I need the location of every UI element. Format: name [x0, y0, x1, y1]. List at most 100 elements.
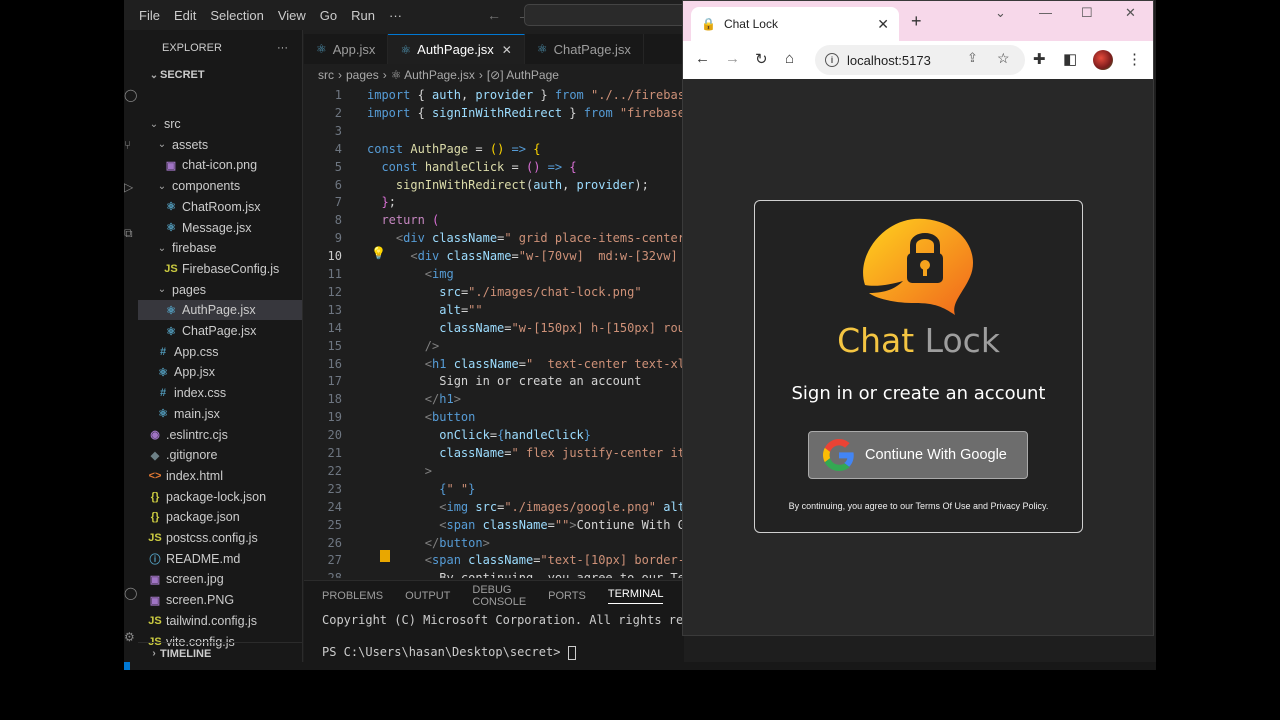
tree-item[interactable]: ⌄ components	[138, 176, 302, 196]
menu-run[interactable]: Run	[344, 8, 382, 23]
file-type-icon: ⚛	[166, 222, 176, 234]
breadcrumb-src[interactable]: src	[318, 68, 334, 82]
tab-ports[interactable]: PORTS	[548, 590, 586, 602]
line-number: 27	[327, 553, 342, 568]
explorer-more-button[interactable]: ···	[277, 42, 288, 54]
share-icon[interactable]: ⇪	[967, 50, 978, 66]
close-tab-icon[interactable]: ✕	[877, 16, 889, 33]
tree-item[interactable]: ⚛ App.jsx	[138, 362, 302, 382]
terminal-prompt[interactable]: PS C:\Users\hasan\Desktop\secret>	[322, 645, 576, 660]
code-token: Sign in or create an account	[367, 374, 642, 389]
breadcrumb-symbol[interactable]: [⊘] AuthPage	[487, 68, 559, 82]
remote-indicator[interactable]	[124, 662, 130, 670]
tab-search-icon[interactable]: ⌄	[995, 5, 1006, 21]
maximize-button[interactable]: ☐	[1081, 5, 1093, 21]
run-debug-icon[interactable]: ▷	[124, 180, 138, 196]
address-bar[interactable]: i localhost:5173	[815, 45, 1025, 75]
forward-arrow-icon[interactable]: →	[725, 50, 740, 67]
menu-more[interactable]: ···	[382, 8, 409, 23]
close-window-button[interactable]: ✕	[1125, 5, 1136, 21]
menu-file[interactable]: File	[124, 8, 167, 23]
home-icon[interactable]: ⌂	[785, 50, 794, 67]
tree-item[interactable]: ⌄ assets	[138, 135, 302, 155]
code-token: ()	[489, 141, 505, 156]
continue-with-google-button[interactable]: Contiune With Google	[808, 431, 1028, 479]
reload-icon[interactable]: ↻	[755, 50, 768, 68]
tree-item[interactable]: ⌄ pages	[138, 280, 302, 300]
tab-debug-console[interactable]: DEBUG CONSOLE	[472, 584, 526, 608]
settings-gear-icon[interactable]: ⚙	[124, 630, 138, 646]
site-info-icon[interactable]: i	[825, 53, 839, 67]
chrome-menu-icon[interactable]: ⋮	[1127, 50, 1142, 68]
tab-output[interactable]: OUTPUT	[405, 590, 450, 602]
code-token: h1	[432, 356, 454, 371]
lightbulb-icon[interactable]: 💡	[371, 246, 386, 260]
close-icon[interactable]: ✕	[502, 43, 512, 57]
tree-item[interactable]: ⌄ src	[138, 114, 302, 134]
extensions-icon[interactable]: ⧉	[124, 226, 138, 242]
code-editor[interactable]: 1 import { auth, provider } from "./../fi…	[304, 84, 684, 578]
menu-go[interactable]: Go	[313, 8, 344, 23]
new-tab-button[interactable]: +	[911, 11, 922, 32]
tab-terminal[interactable]: TERMINAL	[607, 588, 664, 604]
bookmark-star-icon[interactable]: ☆	[997, 50, 1010, 67]
tree-item[interactable]: <> index.html	[138, 466, 302, 486]
breadcrumb-pages[interactable]: pages	[346, 68, 379, 82]
profile-avatar[interactable]	[1093, 50, 1113, 70]
back-arrow-icon[interactable]: ←	[695, 50, 710, 67]
tree-item[interactable]: ⚛ main.jsx	[138, 404, 302, 424]
tree-item[interactable]: ⚛ ChatRoom.jsx	[138, 197, 302, 217]
tab-app-jsx[interactable]: ⚛ App.jsx	[304, 34, 389, 64]
auth-card: Chat Lock Sign in or create an account C…	[754, 200, 1083, 533]
back-arrow-icon[interactable]: ←	[479, 7, 509, 23]
tree-item[interactable]: ⚛ ChatPage.jsx	[138, 321, 302, 341]
tree-item[interactable]: ⓘ README.md	[138, 549, 302, 569]
tab-chatpage-jsx[interactable]: ⚛ ChatPage.jsx	[525, 34, 644, 64]
project-root[interactable]: ⌄ SECRET	[138, 66, 302, 84]
tree-item[interactable]: JS FirebaseConfig.js	[138, 259, 302, 279]
prompt-text: PS C:\Users\hasan\Desktop\secret>	[322, 645, 568, 659]
tree-item[interactable]: JS tailwind.config.js	[138, 611, 302, 631]
code-token: "firebase	[619, 105, 684, 120]
menu-selection[interactable]: Selection	[203, 8, 270, 23]
tree-item[interactable]: # index.css	[138, 383, 302, 403]
tree-item[interactable]: ▣ screen.PNG	[138, 590, 302, 610]
tab-problems[interactable]: PROBLEMS	[322, 590, 383, 602]
code-text: <span className="text-[10px] border-	[367, 553, 684, 567]
code-text: className=" flex justify-center it	[367, 446, 684, 460]
tree-item[interactable]: {} package-lock.json	[138, 487, 302, 507]
tree-item[interactable]: ⚛ AuthPage.jsx	[138, 300, 302, 321]
code-token: ""	[554, 517, 570, 532]
tree-item[interactable]: ▣ chat-icon.png	[138, 155, 302, 175]
tree-item[interactable]: {} package.json	[138, 507, 302, 527]
chrome-window: 🔒 Chat Lock ✕ + ⌄ — ☐ ✕ ← → ↻ ⌂ i localh…	[682, 0, 1154, 636]
source-control-icon[interactable]: ⑂	[124, 138, 138, 154]
code-line: 5 const handleClick = () => {	[304, 158, 684, 176]
side-panel-icon[interactable]: ◧	[1063, 50, 1077, 68]
extensions-puzzle-icon[interactable]: ✚	[1033, 50, 1046, 68]
tab-authpage-jsx[interactable]: ⚛ AuthPage.jsx ✕	[388, 34, 525, 64]
tree-item-label: ChatPage.jsx	[182, 324, 257, 338]
search-icon[interactable]: ◯	[124, 88, 138, 104]
menu-edit[interactable]: Edit	[167, 8, 203, 23]
menu-view[interactable]: View	[271, 8, 313, 23]
tree-item[interactable]: ▣ screen.jpg	[138, 569, 302, 589]
browser-tab-chat-lock[interactable]: 🔒 Chat Lock ✕	[691, 7, 899, 41]
minimize-button[interactable]: —	[1039, 5, 1052, 20]
breadcrumb-file[interactable]: ⚛ AuthPage.jsx	[391, 68, 475, 82]
tree-item-label: AuthPage.jsx	[182, 303, 256, 318]
tree-item[interactable]: ⌄ firebase	[138, 238, 302, 258]
code-line: 19 <button	[304, 408, 684, 426]
tree-item[interactable]: ◉ .eslintrc.cjs	[138, 425, 302, 445]
tree-item[interactable]: ◆ .gitignore	[138, 445, 302, 465]
breadcrumb-separator: ›	[338, 68, 342, 82]
tree-item[interactable]: ⚛ Message.jsx	[138, 218, 302, 238]
tree-item[interactable]: JS postcss.config.js	[138, 528, 302, 548]
tree-item[interactable]: # App.css	[138, 342, 302, 362]
code-line: 2 import { signInWithRedirect } from "fir…	[304, 104, 684, 122]
timeline-section[interactable]: › TIMELINE	[138, 642, 302, 664]
account-icon[interactable]: ◯	[124, 586, 138, 602]
